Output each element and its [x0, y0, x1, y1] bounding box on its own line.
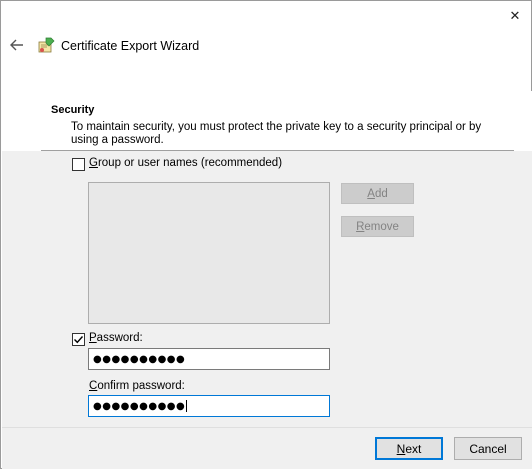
- next-button-label: Next: [396, 441, 422, 456]
- group-user-checkbox[interactable]: [72, 158, 85, 171]
- password-field[interactable]: ●●●●●●●●●●: [88, 348, 330, 370]
- password-checkbox[interactable]: [72, 333, 85, 346]
- section-title: Security: [51, 104, 95, 116]
- confirm-password-label: Confirm password:: [89, 380, 185, 392]
- password-value: ●●●●●●●●●●: [93, 353, 186, 365]
- add-button-label: Add: [367, 187, 388, 200]
- certificate-icon: [38, 37, 55, 53]
- wizard-title: Certificate Export Wizard: [61, 39, 200, 53]
- footer-bar: [2, 427, 532, 469]
- back-arrow-icon: [10, 39, 23, 51]
- cancel-button[interactable]: Cancel: [454, 437, 522, 460]
- back-button[interactable]: [7, 35, 27, 55]
- checkmark-icon: [74, 336, 84, 344]
- password-label[interactable]: Password:: [89, 332, 143, 344]
- text-caret: [186, 400, 188, 412]
- section-description: To maintain security, you must protect t…: [71, 121, 482, 146]
- cancel-button-label: Cancel: [469, 441, 507, 456]
- next-button[interactable]: Next: [375, 437, 443, 460]
- remove-button[interactable]: Remove: [341, 216, 414, 237]
- confirm-password-value: ●●●●●●●●●●: [93, 400, 186, 412]
- certificate-export-wizard-window: ✕ Certificate Export Wizard Security To …: [0, 0, 532, 469]
- close-icon: ✕: [509, 8, 521, 23]
- group-user-label-rest: roup or user names (recommended): [97, 157, 283, 169]
- group-user-listbox[interactable]: [88, 182, 330, 324]
- close-button[interactable]: ✕: [497, 1, 532, 31]
- group-user-label[interactable]: Group or user names (recommended): [89, 157, 282, 169]
- add-button[interactable]: Add: [341, 183, 414, 204]
- remove-button-label: Remove: [356, 220, 399, 233]
- confirm-password-field[interactable]: ●●●●●●●●●●: [88, 395, 330, 417]
